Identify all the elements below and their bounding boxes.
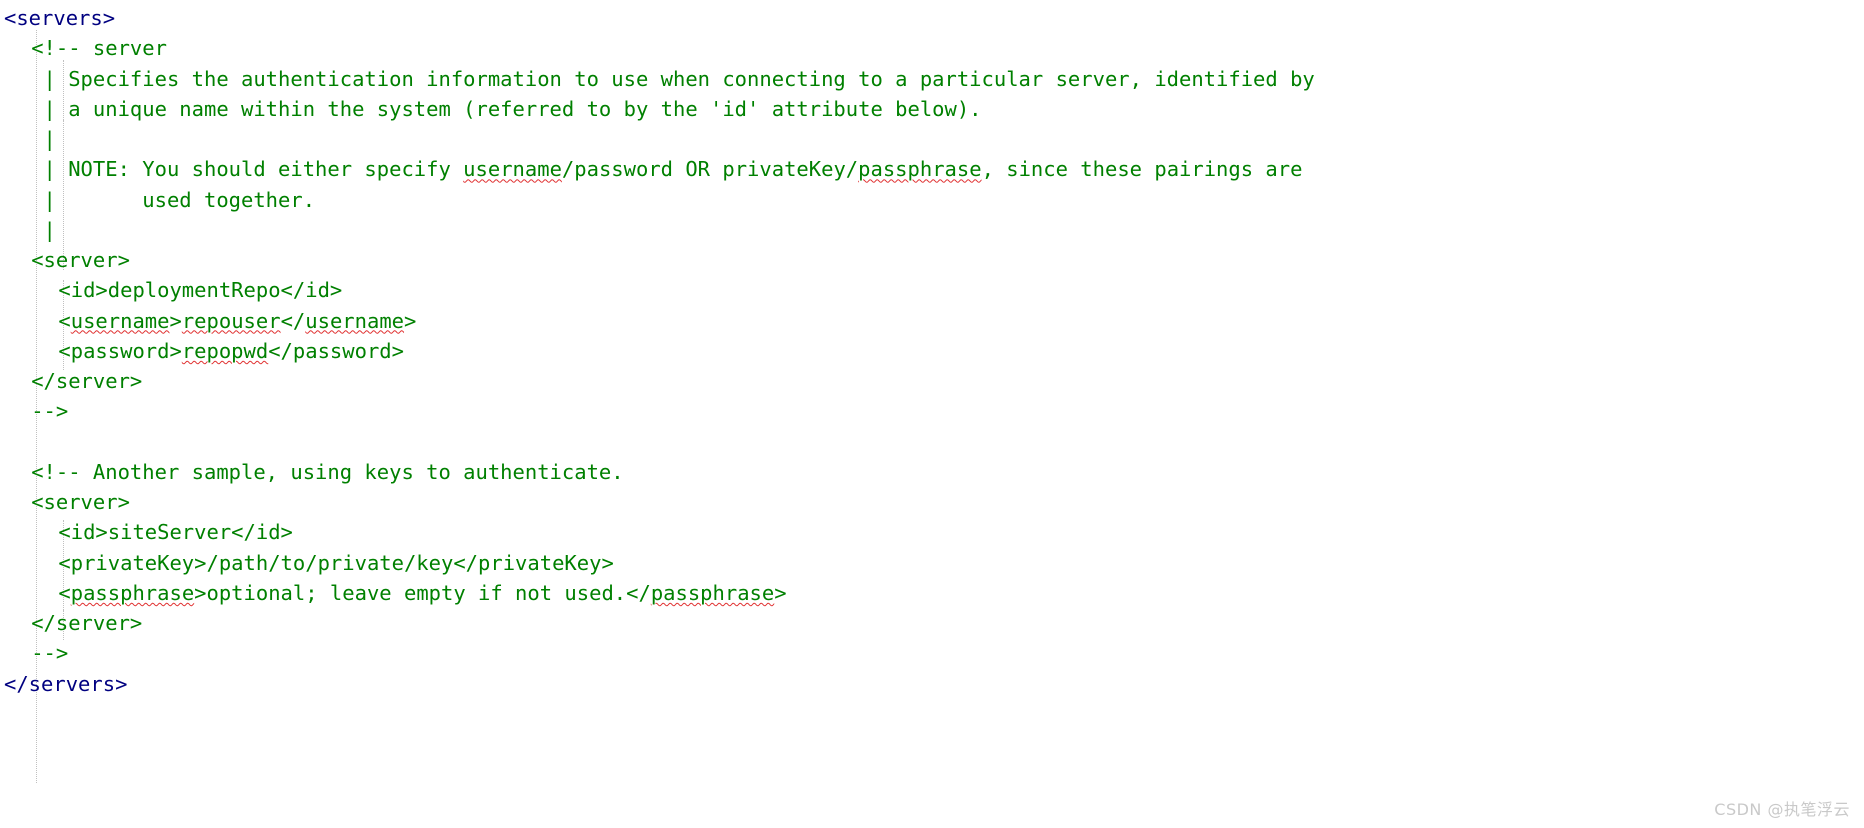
code-line[interactable]: <id>siteServer</id> — [4, 517, 1864, 547]
code-line[interactable]: <!-- Another sample, using keys to authe… — [4, 457, 1864, 487]
misspelled-token: passphrase — [858, 157, 982, 182]
code-line[interactable]: | Specifies the authentication informati… — [4, 64, 1864, 94]
code-token: <id>deploymentRepo</id> — [58, 278, 343, 303]
code-token: < — [58, 308, 71, 333]
code-line[interactable]: <privateKey>/path/to/private/key</privat… — [4, 548, 1864, 578]
code-token: | used together. — [31, 187, 316, 212]
code-line[interactable]: <server> — [4, 487, 1864, 517]
code-line[interactable] — [4, 427, 1864, 457]
code-token: <id>siteServer</id> — [58, 520, 293, 545]
code-token: | — [31, 127, 56, 151]
code-line[interactable]: <!-- server — [4, 33, 1864, 63]
code-token: | — [31, 217, 56, 242]
code-line[interactable]: --> — [4, 396, 1864, 426]
code-line[interactable]: <id>deploymentRepo</id> — [4, 275, 1864, 305]
misspelled-token: repopwd — [181, 338, 269, 363]
code-line[interactable]: <passphrase>optional; leave empty if not… — [4, 578, 1864, 608]
code-token: <privateKey>/path/to/private/key</privat… — [58, 550, 614, 575]
code-line[interactable]: <server> — [4, 245, 1864, 275]
code-token: --> — [31, 399, 69, 424]
code-token: | a unique name within the system (refer… — [31, 96, 982, 121]
misspelled-token: repouser — [181, 308, 281, 333]
code-line[interactable]: | a unique name within the system (refer… — [4, 94, 1864, 124]
code-token: <servers> — [4, 6, 116, 30]
code-token: >optional; leave empty if not used.</ — [194, 580, 651, 605]
csdn-watermark: CSDN @执笔浮云 — [1714, 800, 1850, 819]
code-token: </server> — [31, 369, 143, 393]
code-token: | NOTE: You should either specify — [31, 157, 464, 182]
code-token: , since these pairings are — [981, 157, 1303, 182]
misspelled-token: username — [463, 157, 562, 182]
code-token: > — [404, 308, 417, 333]
misspelled-token: username — [305, 308, 405, 333]
code-token: <!-- Another sample, using keys to authe… — [31, 459, 624, 484]
code-token: | Specifies the authentication informati… — [31, 66, 1315, 91]
code-token: < — [58, 580, 71, 605]
code-token: </servers> — [4, 671, 128, 696]
code-line[interactable]: </server> — [4, 608, 1864, 638]
code-token: <password> — [58, 338, 182, 363]
code-line[interactable]: <servers> — [4, 3, 1864, 33]
code-token: > — [774, 580, 787, 605]
code-line[interactable]: | — [4, 215, 1864, 245]
code-token: --> — [31, 641, 69, 666]
code-token: <server> — [31, 248, 130, 272]
misspelled-token: username — [70, 308, 170, 333]
code-editor[interactable]: <servers> <!-- server | Specifies the aut… — [0, 0, 1864, 828]
misspelled-token: passphrase — [70, 580, 195, 605]
code-token: <server> — [31, 490, 130, 514]
code-token: </ — [280, 308, 306, 333]
code-token: </server> — [31, 611, 143, 635]
code-line[interactable]: | — [4, 124, 1864, 154]
code-line[interactable]: </servers> — [4, 669, 1864, 699]
code-token: </password> — [268, 338, 404, 363]
code-line[interactable]: <username>repouser</username> — [4, 306, 1864, 336]
code-token: > — [169, 308, 182, 333]
code-line[interactable]: | used together. — [4, 185, 1864, 215]
misspelled-token: passphrase — [650, 580, 775, 605]
code-line[interactable]: | NOTE: You should either specify userna… — [4, 154, 1864, 184]
code-token: <!-- server — [31, 36, 167, 61]
code-line[interactable]: --> — [4, 638, 1864, 668]
code-line[interactable]: </server> — [4, 366, 1864, 396]
code-content[interactable]: <servers> <!-- server | Specifies the aut… — [0, 0, 1864, 699]
code-token: /password OR privateKey/ — [561, 157, 859, 182]
code-line[interactable]: <password>repopwd</password> — [4, 336, 1864, 366]
